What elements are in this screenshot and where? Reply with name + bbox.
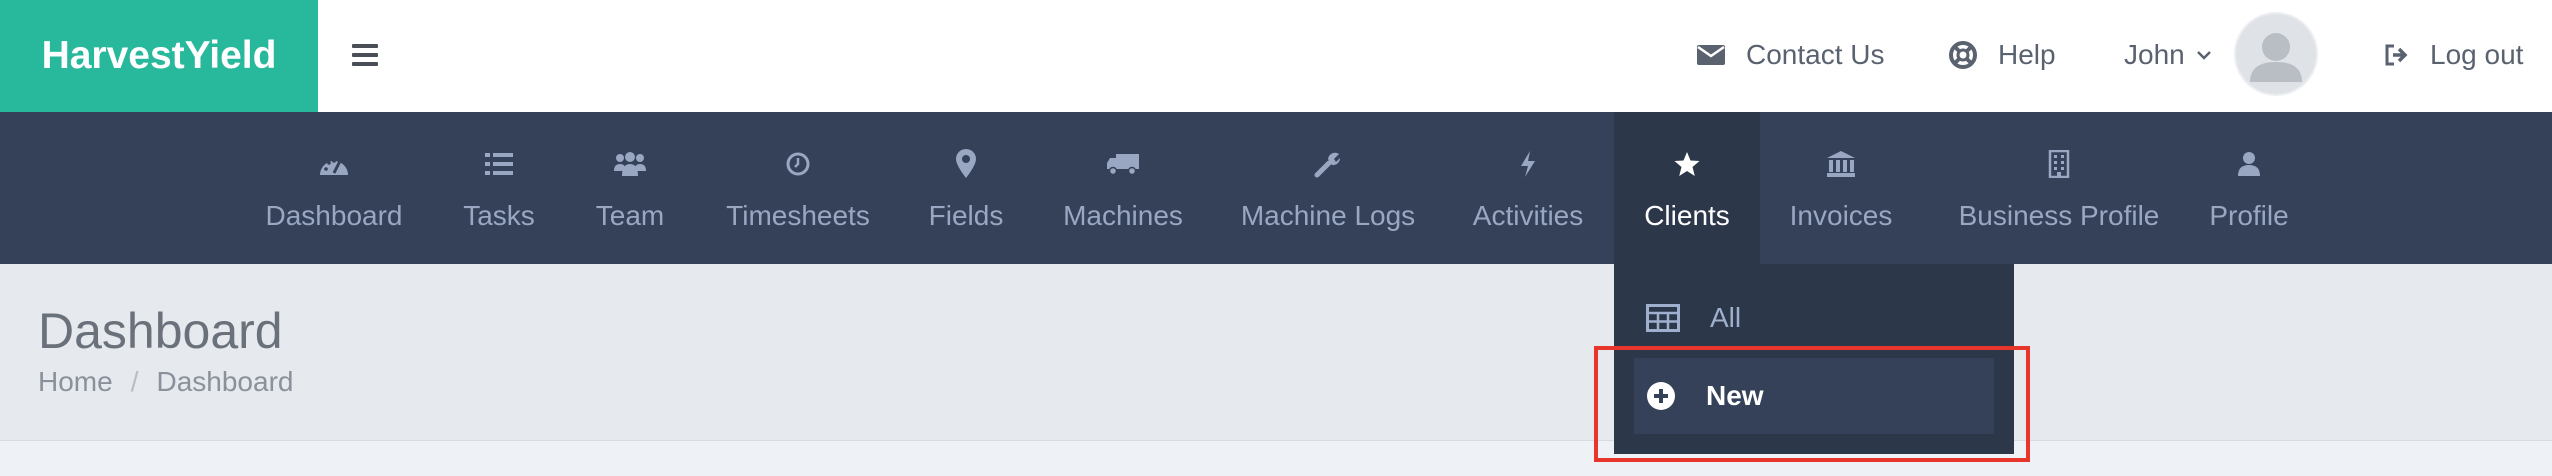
- logout-label: Log out: [2430, 39, 2524, 70]
- content-header: Dashboard Home / Dashboard: [0, 264, 2552, 441]
- breadcrumb: Home / Dashboard: [38, 366, 293, 398]
- users-icon: [614, 152, 646, 176]
- sign-out-icon: [2385, 44, 2408, 66]
- clients-dropdown-new-label: New: [1706, 380, 1764, 411]
- nav-item-team[interactable]: Team: [590, 112, 670, 264]
- dashboard-icon: [320, 159, 348, 175]
- nav-item-timesheets[interactable]: Timesheets: [722, 112, 874, 264]
- nav-item-fields[interactable]: Fields: [925, 112, 1007, 264]
- nav-label-team: Team: [595, 200, 665, 231]
- breadcrumb-current: Dashboard: [156, 366, 294, 397]
- lifebuoy-icon: [1949, 41, 1977, 69]
- nav-item-machines[interactable]: Machines: [1056, 112, 1190, 264]
- nav-label-activities: Activities: [1472, 200, 1584, 231]
- map-marker-icon: [956, 149, 976, 178]
- logout-link[interactable]: Log out: [2384, 30, 2523, 80]
- wrench-icon: [1314, 152, 1341, 178]
- nav-item-business-profile[interactable]: Business Profile: [1948, 112, 2170, 264]
- nav-label-machines: Machines: [1063, 200, 1183, 231]
- nav-label-profile: Profile: [2209, 200, 2289, 231]
- brand-logo[interactable]: HarvestYield: [0, 0, 318, 112]
- clock-icon: [786, 152, 810, 176]
- nav-item-tasks[interactable]: Tasks: [459, 112, 539, 264]
- nav-label-machine-logs: Machine Logs: [1240, 200, 1416, 231]
- nav-item-activities[interactable]: Activities: [1466, 112, 1590, 264]
- page-title: Dashboard: [38, 303, 283, 359]
- user-menu[interactable]: John: [2124, 30, 2213, 80]
- user-icon: [2238, 152, 2260, 176]
- contact-us-label: Contact Us: [1746, 39, 1885, 70]
- nav-label-dashboard: Dashboard: [265, 200, 403, 231]
- clients-dropdown-new[interactable]: New: [1634, 358, 1994, 434]
- bolt-icon: [1521, 151, 1535, 177]
- list-icon: [485, 153, 513, 175]
- breadcrumb-separator: /: [130, 366, 139, 397]
- help-label: Help: [1998, 39, 2056, 70]
- nav-label-timesheets: Timesheets: [726, 200, 870, 231]
- truck-icon: [1107, 154, 1139, 176]
- envelope-icon: [1697, 45, 1725, 65]
- nav-label-business-profile: Business Profile: [1958, 200, 2160, 231]
- nav-item-machine-logs[interactable]: Machine Logs: [1240, 112, 1416, 264]
- nav-item-clients[interactable]: Clients: [1614, 112, 1760, 264]
- chevron-down-icon: [2196, 51, 2211, 60]
- nav-label-invoices: Invoices: [1789, 200, 1893, 231]
- clients-dropdown-all[interactable]: All: [1634, 280, 1994, 356]
- building-icon: [2048, 150, 2070, 178]
- breadcrumb-home[interactable]: Home: [38, 366, 113, 397]
- nav-item-invoices[interactable]: Invoices: [1786, 112, 1896, 264]
- user-name: John: [2124, 39, 2185, 70]
- user-avatar-icon: [2250, 33, 2302, 82]
- nav-label-clients: Clients: [1644, 200, 1730, 231]
- avatar[interactable]: [2234, 12, 2318, 96]
- top-bar: HarvestYield Contact Us Help John Log ou…: [0, 0, 2552, 112]
- clients-dropdown-all-label: All: [1710, 302, 1742, 333]
- hamburger-icon[interactable]: [352, 38, 378, 74]
- table-icon: [1646, 304, 1680, 332]
- help-link[interactable]: Help: [1948, 30, 2056, 80]
- nav-label-fields: Fields: [928, 200, 1004, 231]
- nav-item-dashboard[interactable]: Dashboard: [262, 112, 406, 264]
- clients-dropdown: All New: [1614, 264, 2014, 454]
- main-nav: Dashboard Tasks Team Timesheets Fields M…: [0, 112, 2552, 264]
- plus-circle-icon: [1647, 382, 1675, 410]
- star-icon: [1674, 152, 1700, 176]
- bank-icon: [1827, 151, 1855, 177]
- contact-us-link[interactable]: Contact Us: [1696, 30, 1885, 80]
- nav-item-profile[interactable]: Profile: [2202, 112, 2296, 264]
- nav-label-tasks: Tasks: [463, 200, 535, 231]
